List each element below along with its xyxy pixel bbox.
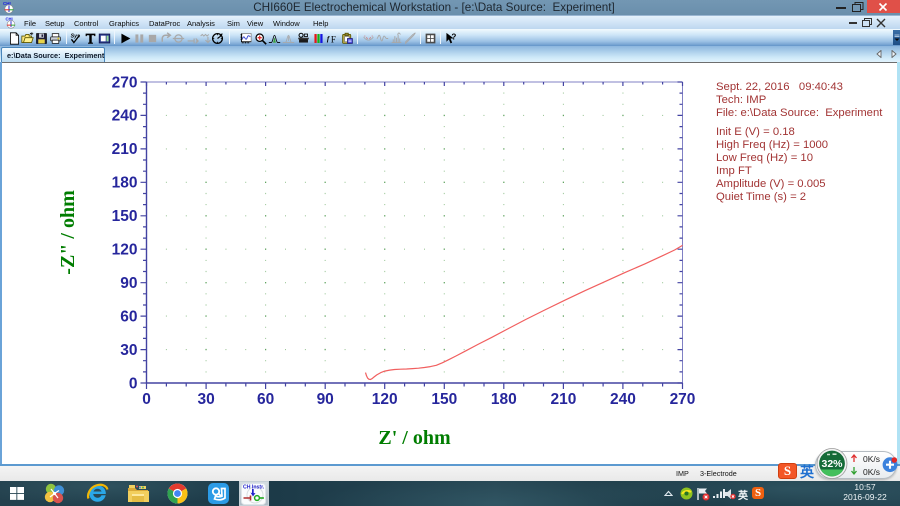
svg-text:270: 270 (112, 74, 138, 91)
svg-text:90: 90 (120, 275, 137, 292)
svg-text:210: 210 (550, 391, 576, 408)
svg-text:270: 270 (670, 391, 696, 408)
svg-text:60: 60 (257, 391, 274, 408)
svg-text:180: 180 (112, 175, 138, 192)
svg-text:0: 0 (129, 375, 138, 392)
svg-text:Z' / ohm: Z' / ohm (378, 427, 451, 449)
svg-text:32%: 32% (821, 458, 843, 470)
svg-text:150: 150 (112, 208, 138, 225)
svg-text:210: 210 (112, 141, 138, 158)
svg-text:-Z" / ohm: -Z" / ohm (57, 190, 79, 275)
svg-text:30: 30 (120, 342, 137, 359)
svg-text:150: 150 (431, 391, 457, 408)
svg-text:240: 240 (112, 108, 138, 125)
svg-text:0: 0 (142, 391, 151, 408)
svg-text:180: 180 (491, 391, 517, 408)
svg-text:90: 90 (317, 391, 334, 408)
svg-text:60: 60 (120, 308, 137, 325)
svg-text:F: F (331, 34, 336, 44)
svg-text:CH Instr.: CH Instr. (243, 485, 265, 491)
svg-text:120: 120 (112, 242, 138, 259)
svg-text:120: 120 (372, 391, 398, 408)
svg-text:240: 240 (610, 391, 636, 408)
svg-text:30: 30 (197, 391, 214, 408)
svg-text:?: ? (451, 32, 456, 41)
